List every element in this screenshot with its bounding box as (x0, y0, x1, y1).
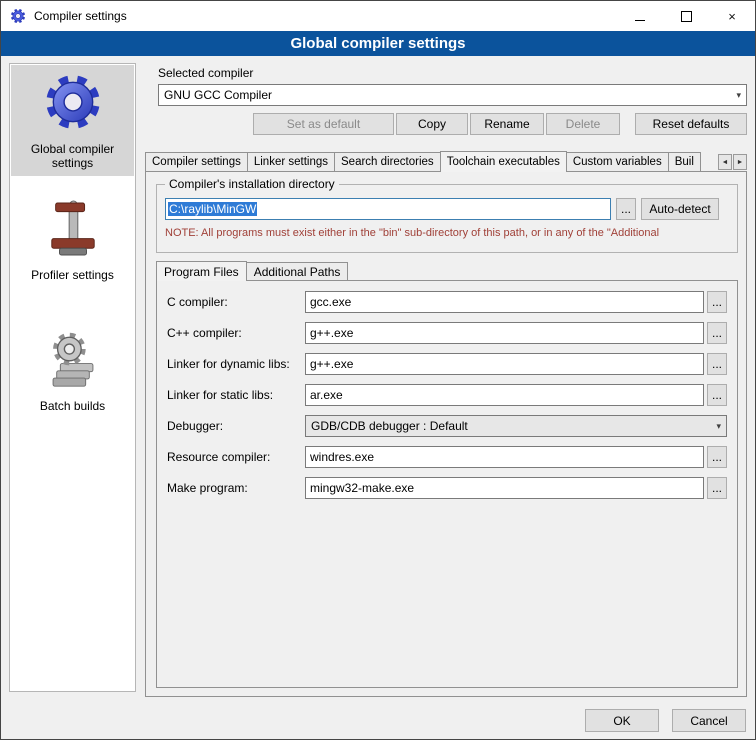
tab-compiler-settings[interactable]: Compiler settings (145, 152, 248, 171)
tab-scroll-right-button[interactable]: ► (733, 154, 747, 170)
settings-tabstrip: Compiler settings Linker settings Search… (145, 150, 747, 171)
ok-button[interactable]: OK (585, 709, 659, 732)
rename-button[interactable]: Rename (470, 113, 544, 135)
toolchain-executables-panel: Compiler's installation directory C:\ray… (145, 171, 747, 697)
delete-button[interactable]: Delete (546, 113, 620, 135)
caption-buttons: × (617, 1, 755, 31)
debugger-label: Debugger: (167, 419, 305, 433)
gray-gear-stack-icon (44, 329, 102, 392)
linker-dynamic-label: Linker for dynamic libs: (167, 357, 305, 371)
sidebar-item-label: Profiler settings (31, 268, 114, 282)
linker-dynamic-input[interactable] (305, 353, 704, 375)
chevron-down-icon: ▾ (736, 91, 741, 100)
set-as-default-button[interactable]: Set as default (253, 113, 394, 135)
c-compiler-label: C compiler: (167, 295, 305, 309)
chevron-down-icon: ▾ (716, 422, 721, 431)
installation-directory-row: C:\raylib\MinGW ... Auto-detect (165, 198, 719, 220)
field-row-c-compiler: C compiler: ... (167, 291, 727, 313)
close-button[interactable]: × (709, 1, 755, 31)
make-program-label: Make program: (167, 481, 305, 495)
field-row-make-program: Make program: ... (167, 477, 727, 499)
debugger-dropdown[interactable]: GDB/CDB debugger : Default ▾ (305, 415, 727, 437)
profiler-icon (46, 200, 100, 261)
make-program-input[interactable] (305, 477, 704, 499)
titlebar: Compiler settings × (1, 1, 755, 31)
program-files-panel: C compiler: ... C++ compiler: ... Linker… (156, 280, 738, 688)
maximize-icon (681, 11, 692, 22)
browse-linker-static-button[interactable]: ... (707, 384, 727, 406)
c-compiler-input[interactable] (305, 291, 704, 313)
blue-gear-icon (43, 72, 103, 135)
selected-compiler-label: Selected compiler (158, 66, 253, 80)
window-title: Compiler settings (34, 9, 127, 23)
cancel-button[interactable]: Cancel (672, 709, 746, 732)
installation-directory-groupbox: Compiler's installation directory C:\ray… (156, 184, 738, 253)
minimize-icon (635, 20, 645, 21)
field-row-linker-static: Linker for static libs: ... (167, 384, 727, 406)
field-row-debugger: Debugger: GDB/CDB debugger : Default ▾ (167, 415, 727, 437)
selected-compiler-dropdown[interactable]: GNU GCC Compiler ▾ (158, 84, 747, 106)
program-files-tabstrip: Program Files Additional Paths (156, 260, 347, 280)
settings-sidebar: Global compiler settings Profiler settin… (9, 63, 136, 692)
dialog-header: Global compiler settings (1, 31, 755, 56)
groupbox-title: Compiler's installation directory (165, 177, 339, 191)
sidebar-item-global-compiler-settings[interactable]: Global compiler settings (11, 65, 134, 176)
field-row-cpp-compiler: C++ compiler: ... (167, 322, 727, 344)
executable-fields: C compiler: ... C++ compiler: ... Linker… (167, 291, 727, 499)
installation-directory-input[interactable]: C:\raylib\MinGW (165, 198, 611, 220)
compiler-settings-window: Compiler settings × Global compiler sett… (0, 0, 756, 740)
tab-build-clipped[interactable]: Buil (668, 152, 701, 171)
compiler-buttons-row: Set as default Copy Rename Delete Reset … (253, 113, 747, 135)
sidebar-item-profiler-settings[interactable]: Profiler settings (11, 193, 134, 288)
tab-program-files[interactable]: Program Files (156, 261, 247, 281)
debugger-value: GDB/CDB debugger : Default (311, 419, 468, 433)
tab-scroll-arrows: ◄ ► (718, 154, 747, 170)
auto-detect-button[interactable]: Auto-detect (641, 198, 719, 220)
browse-c-compiler-button[interactable]: ... (707, 291, 727, 313)
cpp-compiler-label: C++ compiler: (167, 326, 305, 340)
copy-button[interactable]: Copy (396, 113, 468, 135)
browse-directory-button[interactable]: ... (616, 198, 636, 220)
close-icon: × (728, 9, 736, 24)
resource-compiler-input[interactable] (305, 446, 704, 468)
scroll-right-icon: ► (737, 159, 744, 166)
tab-linker-settings[interactable]: Linker settings (247, 152, 335, 171)
tab-search-directories[interactable]: Search directories (334, 152, 441, 171)
sidebar-item-label: Global compiler settings (13, 142, 132, 170)
scroll-left-icon: ◄ (722, 159, 729, 166)
reset-defaults-button[interactable]: Reset defaults (635, 113, 747, 135)
tab-additional-paths[interactable]: Additional Paths (246, 262, 349, 280)
selected-compiler-value: GNU GCC Compiler (164, 88, 272, 102)
browse-linker-dynamic-button[interactable]: ... (707, 353, 727, 375)
field-row-linker-dynamic: Linker for dynamic libs: ... (167, 353, 727, 375)
browse-resource-compiler-button[interactable]: ... (707, 446, 727, 468)
tab-scroll-left-button[interactable]: ◄ (718, 154, 732, 170)
maximize-button[interactable] (663, 1, 709, 31)
installation-directory-value: C:\raylib\MinGW (168, 202, 257, 216)
tab-toolchain-executables[interactable]: Toolchain executables (440, 151, 567, 172)
minimize-button[interactable] (617, 1, 663, 31)
sidebar-item-batch-builds[interactable]: Batch builds (11, 322, 134, 419)
field-row-resource-compiler: Resource compiler: ... (167, 446, 727, 468)
linker-static-label: Linker for static libs: (167, 388, 305, 402)
app-gear-icon (10, 8, 26, 24)
bin-subdirectory-note: NOTE: All programs must exist either in … (165, 227, 734, 239)
linker-static-input[interactable] (305, 384, 704, 406)
tab-custom-variables[interactable]: Custom variables (566, 152, 669, 171)
main-panel: Selected compiler GNU GCC Compiler ▾ Set… (145, 61, 748, 699)
resource-compiler-label: Resource compiler: (167, 450, 305, 464)
cpp-compiler-input[interactable] (305, 322, 704, 344)
sidebar-item-label: Batch builds (40, 399, 105, 413)
browse-cpp-compiler-button[interactable]: ... (707, 322, 727, 344)
browse-make-program-button[interactable]: ... (707, 477, 727, 499)
